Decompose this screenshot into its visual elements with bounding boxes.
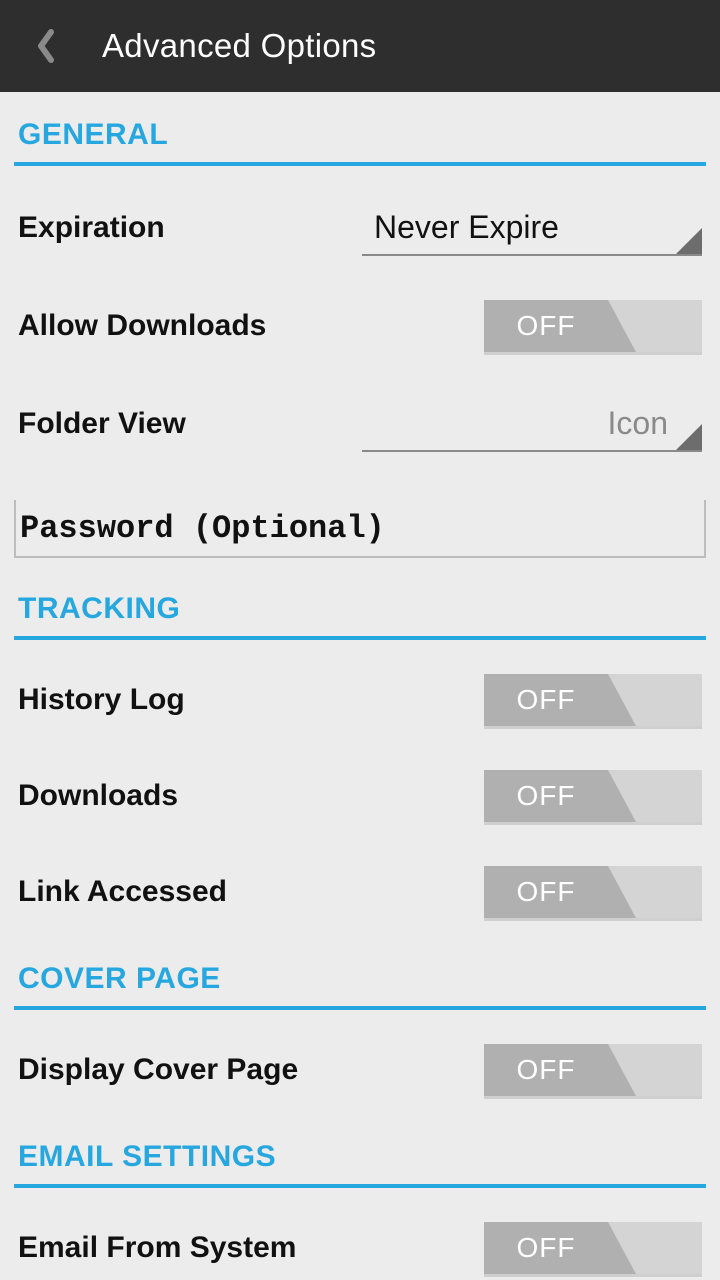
section-header-email: EMAIL SETTINGS bbox=[14, 1118, 706, 1188]
section-header-tracking: TRACKING bbox=[14, 558, 706, 640]
section-cover-page: COVER PAGE Display Cover Page OFF bbox=[14, 940, 706, 1118]
toggle-allow-downloads[interactable]: OFF bbox=[484, 300, 702, 352]
row-link-accessed: Link Accessed OFF bbox=[14, 844, 706, 940]
toggle-display-cover[interactable]: OFF bbox=[484, 1044, 702, 1096]
folder-view-dropdown[interactable]: Icon bbox=[362, 396, 702, 452]
label-downloads: Downloads bbox=[18, 779, 178, 813]
header-bar: Advanced Options bbox=[0, 0, 720, 92]
row-downloads: Downloads OFF bbox=[14, 748, 706, 844]
label-allow-downloads: Allow Downloads bbox=[18, 309, 266, 343]
toggle-knob: OFF bbox=[484, 866, 608, 918]
toggle-link-accessed[interactable]: OFF bbox=[484, 866, 702, 918]
row-expiration: Expiration Never Expire bbox=[14, 166, 706, 278]
label-display-cover: Display Cover Page bbox=[18, 1053, 298, 1087]
password-input[interactable] bbox=[14, 500, 706, 558]
label-expiration: Expiration bbox=[18, 211, 165, 245]
content-area: GENERAL Expiration Never Expire Allow Do… bbox=[0, 92, 720, 1280]
section-header-general: GENERAL bbox=[14, 92, 706, 166]
label-history-log: History Log bbox=[18, 683, 185, 717]
row-display-cover: Display Cover Page OFF bbox=[14, 1010, 706, 1118]
toggle-email-from-system[interactable]: OFF bbox=[484, 1222, 702, 1274]
page-title: Advanced Options bbox=[102, 27, 376, 65]
row-allow-downloads: Allow Downloads OFF bbox=[14, 278, 706, 374]
chevron-left-icon bbox=[36, 29, 56, 63]
section-header-cover: COVER PAGE bbox=[14, 940, 706, 1010]
toggle-history-log[interactable]: OFF bbox=[484, 674, 702, 726]
section-email-settings: EMAIL SETTINGS Email From System OFF bbox=[14, 1118, 706, 1280]
section-general: GENERAL Expiration Never Expire Allow Do… bbox=[14, 92, 706, 558]
section-tracking: TRACKING History Log OFF Downloads OFF L… bbox=[14, 558, 706, 940]
expiration-dropdown[interactable]: Never Expire bbox=[362, 200, 702, 256]
toggle-knob: OFF bbox=[484, 770, 608, 822]
label-email-from-system: Email From System bbox=[18, 1231, 296, 1265]
back-button[interactable] bbox=[30, 26, 62, 66]
toggle-knob: OFF bbox=[484, 1044, 608, 1096]
row-email-from-system: Email From System OFF bbox=[14, 1188, 706, 1280]
toggle-downloads[interactable]: OFF bbox=[484, 770, 702, 822]
toggle-knob: OFF bbox=[484, 300, 608, 352]
toggle-knob: OFF bbox=[484, 674, 608, 726]
row-history-log: History Log OFF bbox=[14, 640, 706, 748]
label-link-accessed: Link Accessed bbox=[18, 875, 227, 909]
label-folder-view: Folder View bbox=[18, 407, 186, 441]
row-folder-view: Folder View Icon bbox=[14, 374, 706, 474]
toggle-knob: OFF bbox=[484, 1222, 608, 1274]
